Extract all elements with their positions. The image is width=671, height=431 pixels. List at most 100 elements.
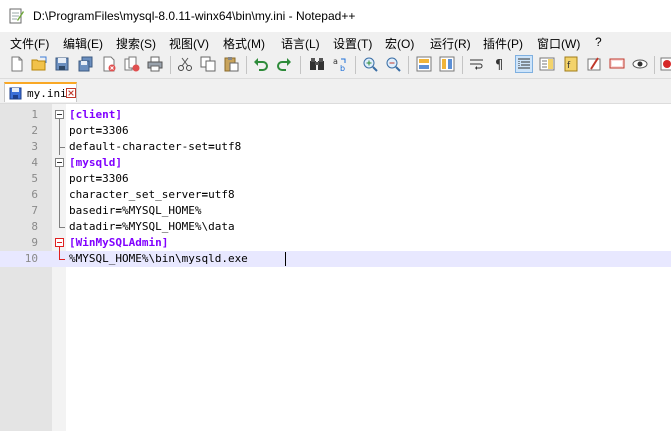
fold-line — [59, 167, 60, 227]
code-line-6[interactable]: 6 character_set_server=utf8 — [0, 187, 671, 203]
replace-icon[interactable]: ab — [332, 56, 348, 72]
fold-minus-icon[interactable] — [55, 238, 64, 247]
close-icon[interactable] — [101, 56, 117, 72]
tab-my-ini[interactable]: my.ini — [4, 82, 77, 102]
line-number: 5 — [31, 172, 38, 185]
toolbar-separator — [170, 56, 171, 74]
zoom-in-icon[interactable] — [362, 56, 378, 72]
svg-text:b: b — [340, 64, 345, 72]
fold-end-marker — [59, 259, 65, 260]
file-saved-icon — [9, 87, 22, 100]
menu-plugins[interactable]: 插件(P) — [483, 35, 523, 52]
menu-bar: 文件(F) 编辑(E) 搜索(S) 视图(V) 格式(M) 语言(L) 设置(T… — [0, 32, 671, 52]
redo-icon[interactable] — [276, 56, 292, 72]
fold-end-marker — [59, 227, 65, 228]
code-line-5[interactable]: 5 port=3306 — [0, 171, 671, 187]
editor-area[interactable]: 1 [client] 2 port=3306 3 default-charact… — [0, 103, 671, 431]
line-number: 9 — [31, 236, 38, 249]
menu-language[interactable]: 语言(L) — [281, 35, 320, 52]
indent-guide-icon[interactable] — [515, 55, 533, 73]
config-key: default-character-set — [69, 140, 209, 153]
line-number: 1 — [31, 108, 38, 121]
line-number: 4 — [31, 156, 38, 169]
line-number: 7 — [31, 204, 38, 217]
preview-icon[interactable] — [632, 56, 648, 72]
doc-map-icon[interactable] — [539, 56, 555, 72]
menu-help[interactable]: ? — [595, 35, 602, 49]
code-line-1[interactable]: 1 [client] — [0, 107, 671, 123]
print-icon[interactable] — [147, 56, 163, 72]
tab-close-icon[interactable] — [66, 88, 76, 98]
config-value: utf8 — [208, 188, 235, 201]
config-value: %MYSQL_HOME% — [121, 204, 202, 217]
config-key: port — [69, 172, 96, 185]
toolbar-separator — [300, 56, 301, 74]
code-line-7[interactable]: 7 basedir=%MYSQL_HOME% — [0, 203, 671, 219]
record-macro-icon[interactable] — [659, 56, 671, 72]
menu-view[interactable]: 视图(V) — [169, 35, 209, 52]
line-number: 3 — [31, 140, 38, 153]
code-line-2[interactable]: 2 port=3306 — [0, 123, 671, 139]
function-list-icon[interactable]: f — [563, 56, 579, 72]
toolbar-separator — [355, 56, 356, 74]
sync-horizontal-icon[interactable] — [439, 56, 455, 72]
svg-text:a: a — [333, 57, 338, 66]
save-all-icon[interactable] — [78, 56, 94, 72]
fold-minus-icon[interactable] — [55, 110, 64, 119]
tab-label: my.ini — [27, 87, 67, 100]
fold-minus-icon[interactable] — [55, 158, 64, 167]
menu-file[interactable]: 文件(F) — [10, 35, 49, 52]
menu-window[interactable]: 窗口(W) — [537, 35, 580, 52]
menu-run[interactable]: 运行(R) — [430, 35, 471, 52]
line-number: 2 — [31, 124, 38, 137]
sync-vertical-icon[interactable] — [416, 56, 432, 72]
config-value: %MYSQL_HOME%\data — [121, 220, 235, 233]
zoom-out-icon[interactable] — [385, 56, 401, 72]
menu-settings[interactable]: 设置(T) — [333, 35, 372, 52]
toolbar-separator — [408, 56, 409, 74]
config-value: 3306 — [102, 124, 129, 137]
line-number: 6 — [31, 188, 38, 201]
code-text: %MYSQL_HOME%\bin\mysqld.exe — [69, 252, 248, 265]
code-line-9[interactable]: 9 [WinMySQLAdmin] — [0, 235, 671, 251]
config-key: basedir — [69, 204, 116, 217]
save-icon[interactable] — [54, 56, 70, 72]
fold-line — [59, 119, 60, 155]
folder-workspace-icon[interactable] — [586, 56, 602, 72]
tab-bar: my.ini — [0, 79, 671, 103]
config-key: datadir — [69, 220, 116, 233]
notepad-icon — [9, 8, 24, 24]
fold-line — [59, 247, 60, 259]
code-line-10-current[interactable]: 10 %MYSQL_HOME%\bin\mysqld.exe — [0, 251, 671, 267]
code-line-3[interactable]: 3 default-character-set=utf8 — [0, 139, 671, 155]
monitor-icon[interactable] — [609, 56, 625, 72]
window-title: D:\ProgramFiles\mysql-8.0.11-winx64\bin\… — [33, 9, 356, 23]
code-line-4[interactable]: 4 [mysqld] — [0, 155, 671, 171]
toolbar-separator — [462, 56, 463, 74]
section-header: [WinMySQLAdmin] — [69, 236, 169, 249]
config-key: port — [69, 124, 96, 137]
config-key: character_set_server — [69, 188, 202, 201]
section-header: [client] — [69, 108, 122, 121]
menu-search[interactable]: 搜索(S) — [116, 35, 156, 52]
copy-icon[interactable] — [200, 56, 216, 72]
toolbar: ab ¶ f — [0, 52, 671, 79]
new-file-icon[interactable] — [9, 56, 25, 72]
line-number: 10 — [24, 252, 38, 265]
config-value: utf8 — [214, 140, 242, 153]
title-bar[interactable]: D:\ProgramFiles\mysql-8.0.11-winx64\bin\… — [0, 0, 671, 32]
menu-format[interactable]: 格式(M) — [223, 35, 265, 52]
find-icon[interactable] — [309, 56, 325, 72]
word-wrap-icon[interactable] — [469, 56, 485, 72]
open-file-icon[interactable] — [31, 56, 47, 72]
paste-icon[interactable] — [223, 56, 239, 72]
menu-edit[interactable]: 编辑(E) — [63, 35, 103, 52]
undo-icon[interactable] — [253, 56, 269, 72]
toolbar-separator — [654, 56, 655, 74]
code-line-8[interactable]: 8 datadir=%MYSQL_HOME%\data — [0, 219, 671, 235]
menu-macro[interactable]: 宏(O) — [385, 35, 414, 52]
close-all-icon[interactable] — [124, 56, 140, 72]
show-all-chars-icon[interactable]: ¶ — [492, 56, 508, 72]
line-number: 8 — [31, 220, 38, 233]
cut-icon[interactable] — [177, 56, 193, 72]
